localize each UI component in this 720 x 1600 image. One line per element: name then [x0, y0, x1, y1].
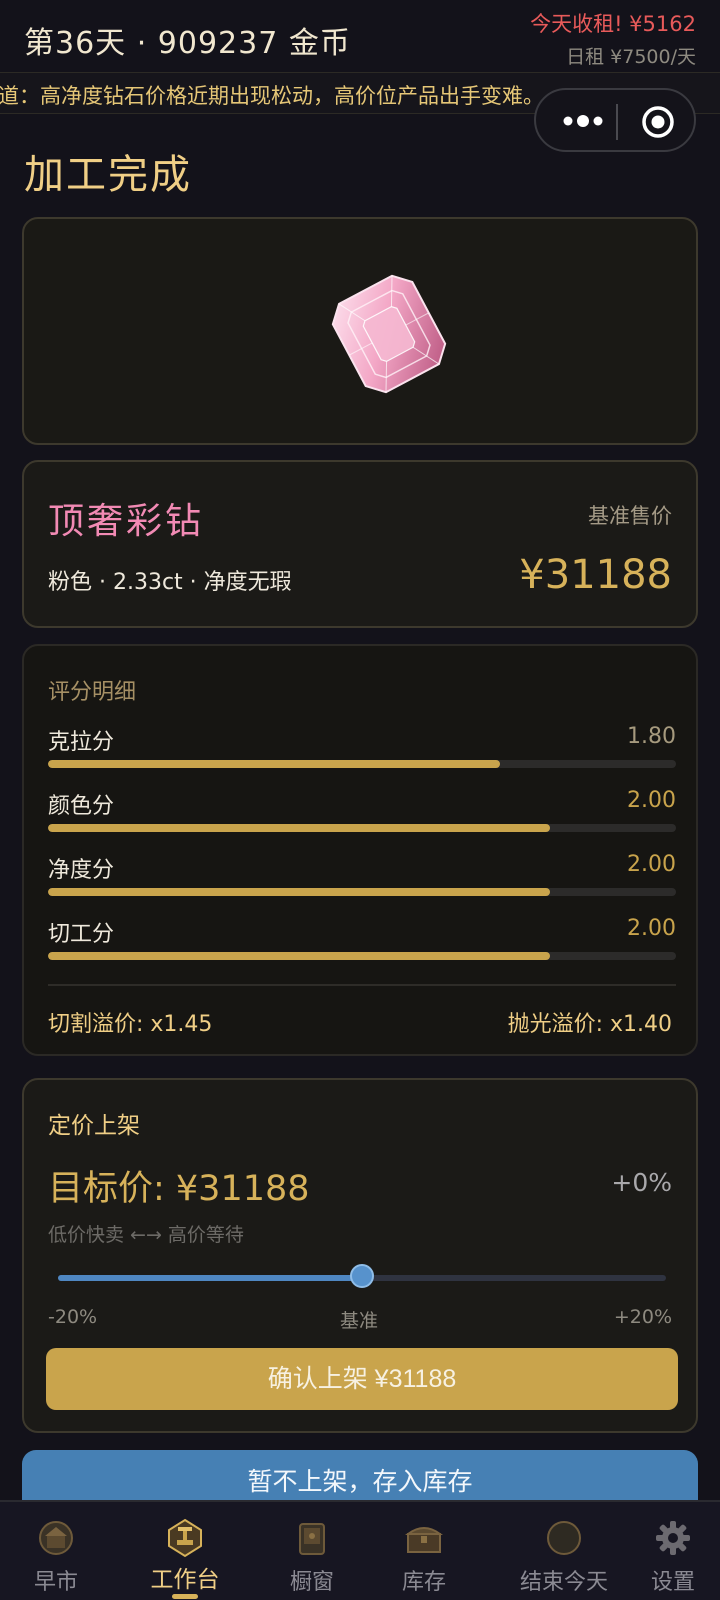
price-slider-fill [58, 1275, 362, 1281]
score-divider [48, 984, 676, 986]
daily-rent: 日租 ¥7500/天 [566, 46, 696, 68]
target-circle-icon[interactable] [640, 104, 676, 140]
gem-image-card [22, 217, 698, 445]
page-title: 加工完成 [24, 152, 192, 198]
score-value: 2.00 [627, 916, 676, 941]
pricing-hint: 低价快卖 ←→ 高价等待 [48, 1224, 244, 1246]
target-price: 目标价: ¥31188 [48, 1169, 310, 1209]
score-title: 评分明细 [48, 680, 137, 705]
gem-info-card: 顶奢彩钻 粉色 · 2.33ct · 净度无瑕 基准售价 ¥31188 [22, 460, 698, 628]
tab-label: 橱窗 [289, 1570, 334, 1595]
cut-premium: 切割溢价: x1.45 [48, 1012, 213, 1037]
tab-label: 结束今天 [519, 1570, 608, 1595]
morning-market-icon [39, 1521, 73, 1555]
tab-end-day[interactable]: 结束今天 [500, 1502, 628, 1600]
rent-today-notice: 今天收租! ¥5162 [530, 12, 696, 36]
tab-display-window[interactable]: 橱窗 [262, 1502, 362, 1600]
gear-icon [656, 1521, 690, 1555]
day-and-gold: 第36天 · 909237 金币 [24, 26, 351, 61]
slider-max-label: +20% [613, 1306, 672, 1328]
score-fill [48, 888, 551, 896]
score-fill [48, 760, 501, 768]
score-value: 1.80 [627, 724, 676, 749]
gem-name: 顶奢彩钻 [48, 501, 205, 542]
more-dots-icon[interactable] [558, 104, 608, 138]
slider-mid-label: 基准 [340, 1310, 379, 1332]
pricing-title: 定价上架 [48, 1113, 140, 1139]
score-label: 克拉分 [48, 730, 115, 755]
price-slider-handle[interactable] [350, 1264, 374, 1288]
tab-label: 设置 [650, 1570, 695, 1595]
score-fill [48, 952, 551, 960]
tab-settings[interactable]: 设置 [632, 1502, 714, 1600]
score-row-carat: 克拉分 1.80 [48, 724, 676, 774]
score-track [48, 888, 676, 896]
mini-program-capsule [534, 88, 696, 152]
gem-specs: 粉色 · 2.33ct · 净度无瑕 [48, 570, 292, 595]
score-label: 颜色分 [48, 794, 115, 819]
score-value: 2.00 [627, 788, 676, 813]
moon-icon [547, 1521, 581, 1555]
tab-morning-market[interactable]: 早市 [6, 1502, 106, 1600]
price-adjust-percent: +0% [611, 1168, 672, 1197]
confirm-listing-button[interactable]: 确认上架 ¥31188 [46, 1348, 678, 1410]
active-tab-indicator [172, 1594, 198, 1599]
slider-min-label: -20% [48, 1306, 98, 1328]
score-track [48, 824, 676, 832]
tab-label: 早市 [33, 1570, 78, 1595]
score-row-cut: 切工分 2.00 [48, 916, 676, 966]
base-price-value: ¥31188 [519, 552, 672, 598]
score-breakdown-card: 评分明细 克拉分 1.80 颜色分 2.00 净度分 2.00 切工分 2.00… [22, 644, 698, 1056]
workbench-icon [168, 1518, 202, 1558]
bottom-tab-bar: 早市 工作台 橱窗 库存 结束今天 设置 [0, 1500, 720, 1600]
score-track [48, 952, 676, 960]
score-track [48, 760, 676, 768]
base-price-label: 基准售价 [588, 504, 672, 528]
score-value: 2.00 [627, 852, 676, 877]
tab-label: 库存 [401, 1570, 446, 1595]
score-row-clarity: 净度分 2.00 [48, 852, 676, 902]
tab-label: 工作台 [150, 1567, 220, 1593]
tab-workbench[interactable]: 工作台 [130, 1502, 240, 1600]
score-fill [48, 824, 551, 832]
top-status-bar: 第36天 · 909237 金币 今天收租! ¥5162 日租 ¥7500/天 [0, 0, 720, 72]
pricing-card: 定价上架 目标价: ¥31188 +0% 低价快卖 ←→ 高价等待 -20% 基… [22, 1078, 698, 1433]
ticker-text: 道：高净度钻石价格近期出现松动，高价位产品出手变难。 [0, 84, 544, 108]
score-label: 切工分 [48, 922, 115, 947]
display-window-icon [299, 1523, 325, 1555]
pink-emerald-cut-diamond-icon [331, 274, 447, 394]
polish-premium: 抛光溢价: x1.40 [507, 1012, 672, 1037]
tab-inventory[interactable]: 库存 [374, 1502, 474, 1600]
score-label: 净度分 [48, 858, 115, 883]
treasure-chest-icon [404, 1527, 444, 1553]
score-row-color: 颜色分 2.00 [48, 788, 676, 838]
capsule-divider [616, 104, 618, 140]
